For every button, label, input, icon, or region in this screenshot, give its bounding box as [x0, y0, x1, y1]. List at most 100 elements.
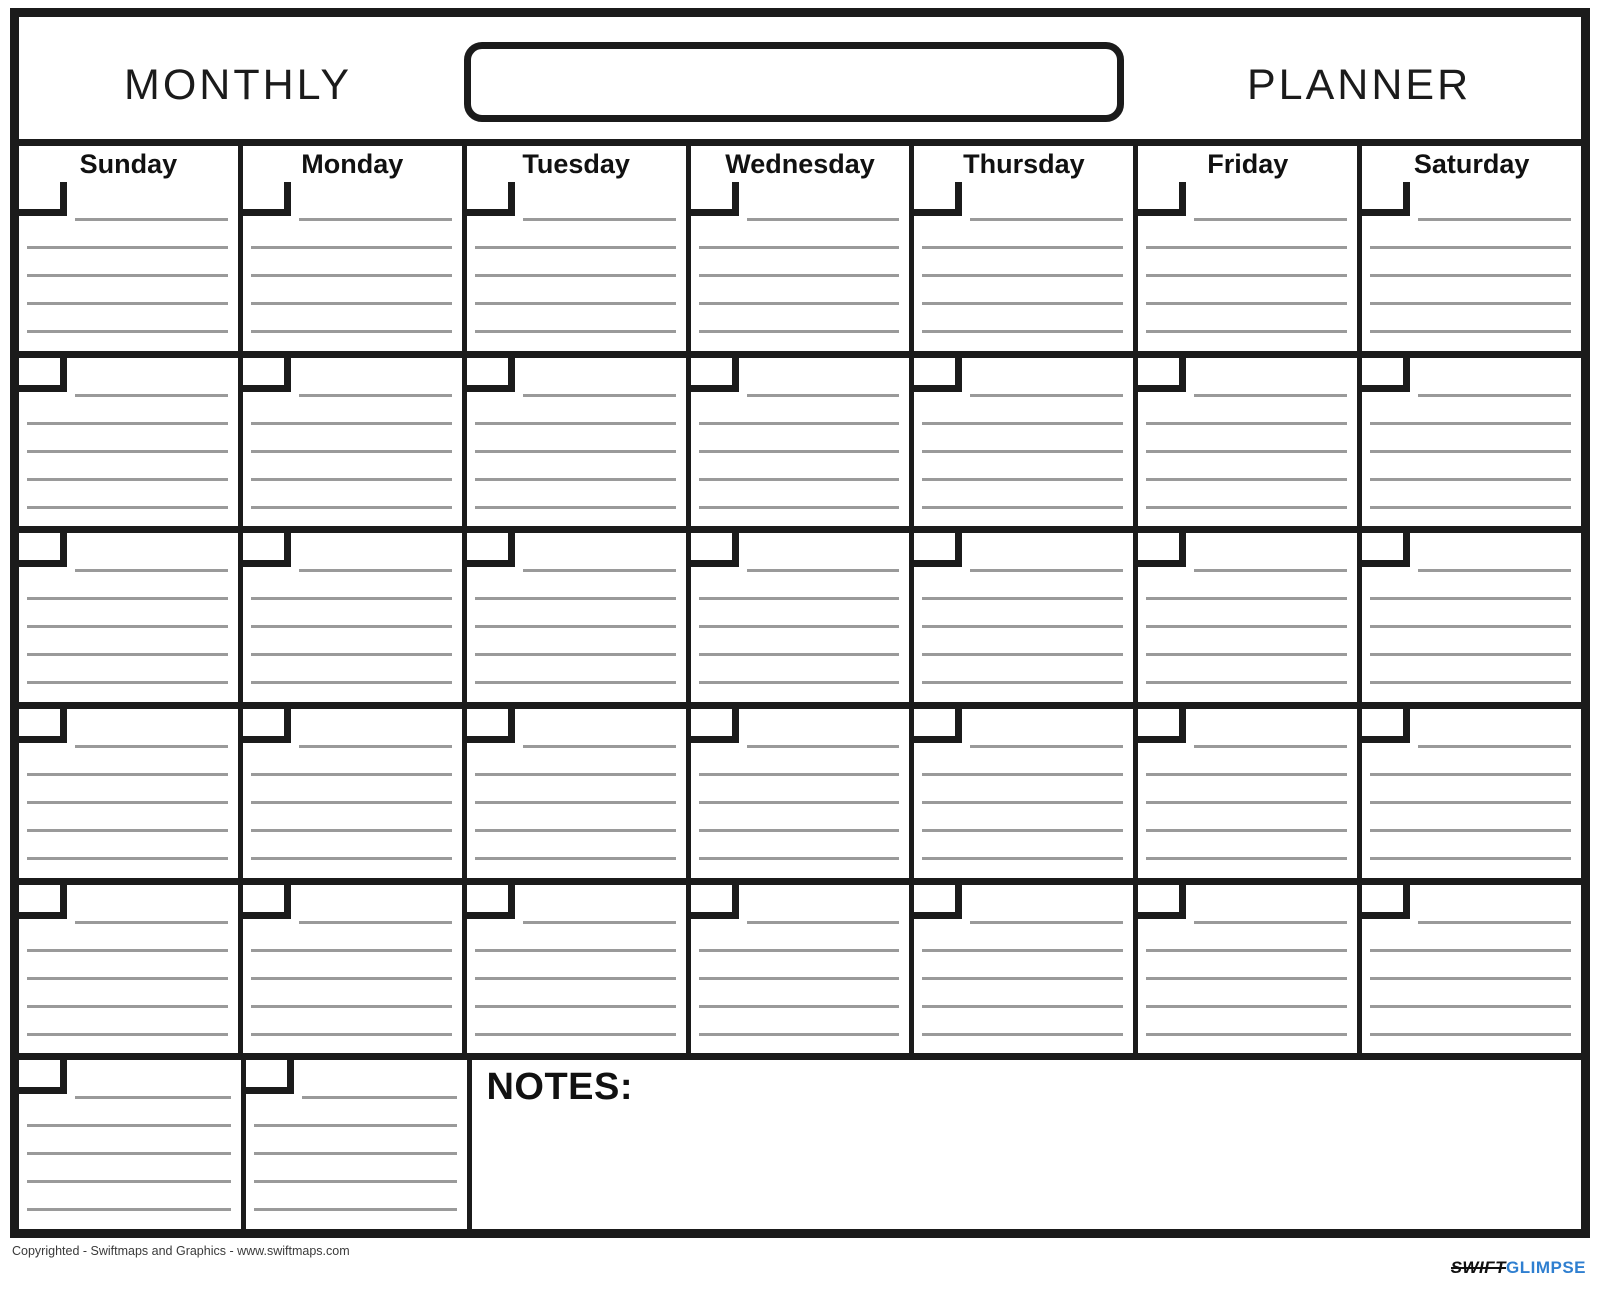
writing-line — [922, 976, 1124, 980]
date-number-box[interactable] — [19, 182, 67, 216]
date-number-box[interactable] — [1362, 884, 1411, 919]
writing-line — [253, 1180, 458, 1184]
date-number-box[interactable] — [242, 709, 291, 744]
writing-line — [698, 625, 900, 629]
date-number-box[interactable] — [466, 884, 515, 919]
weekday-label: Tuesday — [522, 148, 630, 179]
writing-line — [1146, 421, 1348, 425]
date-number-box[interactable] — [690, 357, 739, 392]
writing-line — [922, 477, 1124, 481]
notes-panel[interactable]: NOTES: — [472, 1060, 1582, 1230]
writing-line — [250, 976, 452, 980]
calendar-day-cell-monday[interactable] — [242, 182, 467, 351]
calendar-day-cell-wednesday[interactable] — [690, 884, 915, 1054]
calendar-day-cell-monday[interactable] — [242, 884, 467, 1054]
date-number-box[interactable] — [466, 357, 515, 392]
writing-line — [474, 625, 676, 629]
writing-line — [1146, 330, 1348, 333]
date-number-box[interactable] — [1138, 533, 1187, 568]
calendar-day-cell-saturday[interactable] — [1362, 884, 1582, 1054]
calendar-day-cell-tuesday[interactable] — [466, 709, 691, 878]
calendar-day-cell-wednesday[interactable] — [690, 357, 915, 527]
calendar-day-cell-sunday[interactable] — [19, 709, 243, 878]
calendar-day-cell-thursday[interactable] — [914, 884, 1139, 1054]
date-number-box[interactable] — [1362, 357, 1411, 392]
writing-line — [922, 421, 1124, 425]
date-number-box[interactable] — [466, 182, 515, 216]
calendar-day-cell-sunday[interactable] — [19, 1060, 246, 1230]
date-number-box[interactable] — [245, 1060, 294, 1095]
date-number-box[interactable] — [914, 357, 963, 392]
date-number-box[interactable] — [19, 884, 67, 919]
calendar-day-cell-thursday[interactable] — [914, 357, 1139, 527]
writing-line — [253, 1208, 458, 1212]
writing-line — [522, 218, 676, 221]
calendar-day-cell-saturday[interactable] — [1362, 357, 1582, 527]
writing-line — [1370, 773, 1572, 777]
calendar-day-cell-wednesday[interactable] — [690, 533, 915, 703]
calendar-day-cell-friday[interactable] — [1138, 357, 1363, 527]
logo-word-swift: SWIFT — [1450, 1258, 1506, 1277]
date-number-box[interactable] — [1138, 182, 1187, 216]
date-number-box[interactable] — [914, 884, 963, 919]
calendar-day-cell-wednesday[interactable] — [690, 182, 915, 351]
month-name-field[interactable] — [464, 42, 1124, 122]
calendar-day-cell-monday[interactable] — [242, 709, 467, 878]
date-number-box[interactable] — [19, 357, 67, 392]
calendar-day-cell-sunday[interactable] — [19, 884, 243, 1054]
calendar-day-cell-sunday[interactable] — [19, 357, 243, 527]
calendar-day-cell-saturday[interactable] — [1362, 182, 1582, 351]
date-number-box[interactable] — [242, 884, 291, 919]
calendar-day-cell-thursday[interactable] — [914, 709, 1139, 878]
calendar-day-cell-monday[interactable] — [242, 533, 467, 703]
calendar-day-cell-saturday[interactable] — [1362, 533, 1582, 703]
calendar-day-cell-sunday[interactable] — [19, 533, 243, 703]
date-number-box[interactable] — [242, 533, 291, 568]
calendar-day-cell-tuesday[interactable] — [466, 357, 691, 527]
writing-line — [922, 449, 1124, 453]
date-number-box[interactable] — [242, 182, 291, 216]
date-number-box[interactable] — [1362, 182, 1411, 216]
date-number-box[interactable] — [19, 1060, 67, 1095]
writing-line — [922, 330, 1124, 333]
date-number-box[interactable] — [914, 533, 963, 568]
writing-line — [75, 745, 228, 749]
calendar-week-row — [19, 182, 1582, 358]
date-number-box[interactable] — [1138, 709, 1187, 744]
calendar-day-cell-thursday[interactable] — [914, 182, 1139, 351]
calendar-day-cell-friday[interactable] — [1138, 709, 1363, 878]
calendar-week-row — [19, 884, 1582, 1061]
date-number-box[interactable] — [466, 533, 515, 568]
date-number-box[interactable] — [1138, 357, 1187, 392]
calendar-day-cell-thursday[interactable] — [914, 533, 1139, 703]
calendar-day-cell-wednesday[interactable] — [690, 709, 915, 878]
calendar-day-cell-monday[interactable] — [242, 357, 467, 527]
calendar-day-cell-tuesday[interactable] — [466, 884, 691, 1054]
date-number-box[interactable] — [690, 884, 739, 919]
date-number-box[interactable] — [19, 709, 67, 744]
date-number-box[interactable] — [690, 182, 739, 216]
calendar-day-cell-friday[interactable] — [1138, 533, 1363, 703]
date-number-box[interactable] — [242, 357, 291, 392]
date-number-box[interactable] — [690, 709, 739, 744]
calendar-day-cell-tuesday[interactable] — [466, 533, 691, 703]
writing-line — [474, 976, 676, 980]
calendar-day-cell-saturday[interactable] — [1362, 709, 1582, 878]
calendar-day-cell-friday[interactable] — [1138, 884, 1363, 1054]
calendar-week-row — [19, 533, 1582, 710]
date-number-box[interactable] — [466, 709, 515, 744]
calendar-day-cell-tuesday[interactable] — [466, 182, 691, 351]
writing-line — [27, 330, 228, 333]
calendar-day-cell-sunday[interactable] — [19, 182, 243, 351]
writing-line — [1370, 829, 1572, 833]
date-number-box[interactable] — [1362, 533, 1411, 568]
date-number-box[interactable] — [690, 533, 739, 568]
date-number-box[interactable] — [1138, 884, 1187, 919]
date-number-box[interactable] — [914, 709, 963, 744]
writing-line — [1370, 948, 1572, 952]
calendar-day-cell-monday[interactable] — [245, 1060, 473, 1230]
date-number-box[interactable] — [19, 533, 67, 568]
date-number-box[interactable] — [1362, 709, 1411, 744]
date-number-box[interactable] — [914, 182, 963, 216]
calendar-day-cell-friday[interactable] — [1138, 182, 1363, 351]
